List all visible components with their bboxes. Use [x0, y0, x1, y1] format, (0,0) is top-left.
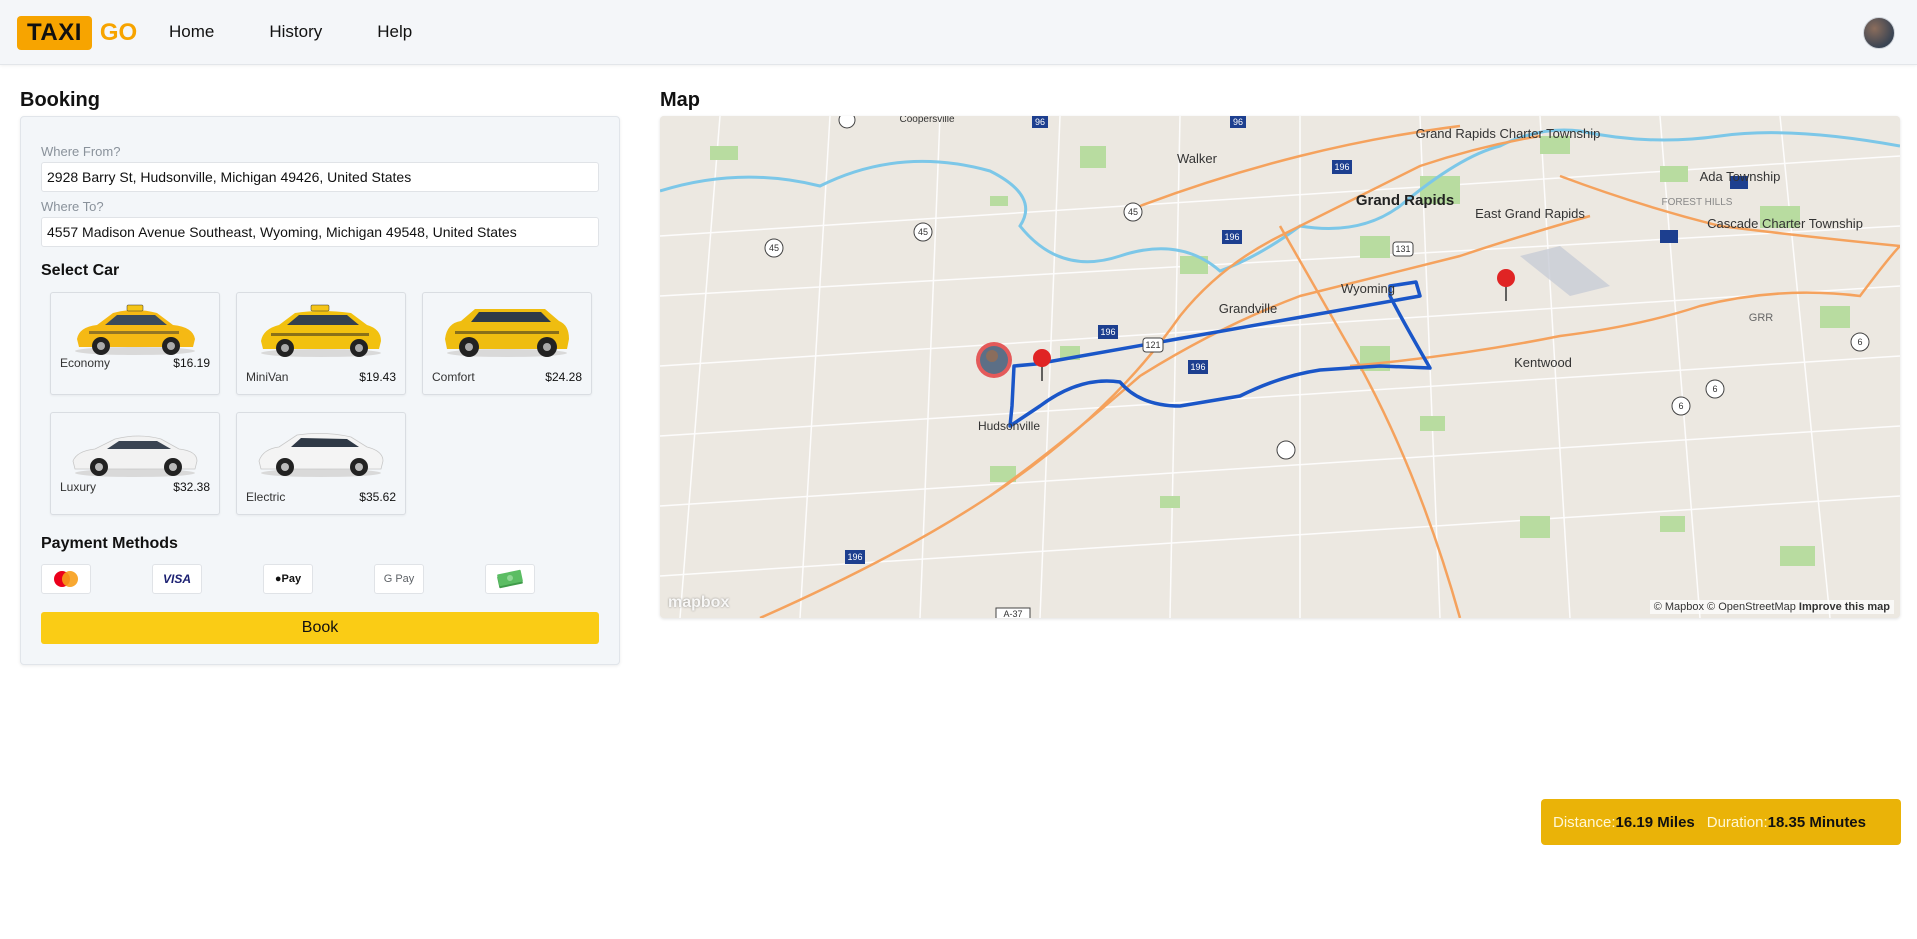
place-label: Wyoming [1341, 281, 1395, 296]
shield-label: 196 [1224, 232, 1239, 242]
luxury-car-icon [72, 435, 198, 477]
duration-value: 18.35 Minutes [1767, 813, 1866, 831]
shield-label: 196 [1190, 362, 1205, 372]
map-heading: Map [660, 89, 700, 111]
place-label: Ada Township [1700, 169, 1781, 184]
place-label: Coopersville [899, 116, 954, 125]
shield-label: 6 [1712, 384, 1717, 394]
payment-methods-heading: Payment Methods [41, 535, 178, 552]
car-name: Electric [246, 490, 286, 504]
from-label: Where From? [41, 144, 121, 159]
shield-label: 45 [918, 227, 928, 237]
distance-value: 16.19 Miles [1615, 813, 1695, 831]
google-pay-label: G Pay [383, 573, 415, 585]
electric-car-icon [258, 433, 384, 477]
booking-panel: Where From? 2928 Barry St, Hudsonville, … [20, 116, 620, 665]
mapbox-logo[interactable]: mapbox [668, 594, 729, 612]
place-label: Grand Rapids Charter Township [1416, 126, 1601, 141]
car-option-electric[interactable]: Electric $35.62 [236, 412, 406, 515]
car-price: $35.62 [359, 490, 396, 504]
booking-heading: Booking [20, 89, 100, 111]
car-price: $16.19 [173, 356, 210, 370]
from-input[interactable]: 2928 Barry St, Hudsonville, Michigan 494… [41, 162, 599, 192]
taxi-car-icon [75, 304, 195, 355]
car-price: $32.38 [173, 480, 210, 494]
car-name: MiniVan [246, 370, 289, 384]
place-label: Cascade Charter Township [1707, 216, 1863, 231]
visa-option[interactable]: VISA [152, 564, 202, 594]
shield-label: 131 [1395, 244, 1410, 254]
place-label: Grand Rapids [1356, 192, 1454, 209]
car-name: Economy [60, 356, 111, 370]
place-label: GRR [1749, 312, 1774, 324]
nav-home-link[interactable]: Home [169, 22, 214, 42]
user-avatar-icon[interactable] [1863, 17, 1895, 49]
car-price: $24.28 [545, 370, 582, 384]
place-label: Hudsonville [978, 419, 1040, 433]
shield-label: 6 [1857, 337, 1862, 347]
shield-label: 196 [847, 552, 862, 562]
apple-pay-label: Pay [281, 573, 302, 585]
apple-icon: ● [274, 573, 282, 585]
to-label: Where To? [41, 199, 104, 214]
car-name: Luxury [60, 480, 97, 494]
minivan-car-icon [261, 304, 381, 357]
place-label: Grandville [1219, 301, 1278, 316]
duration-label: Duration: [1706, 813, 1768, 831]
car-name: Comfort [432, 370, 475, 384]
google-pay-option[interactable]: G Pay [374, 564, 424, 594]
mastercard-icon[interactable] [41, 564, 91, 594]
shield-label: 45 [769, 243, 779, 253]
shield-label: 121 [1145, 340, 1160, 350]
shield-label: 6 [1678, 401, 1683, 411]
top-navbar: TAXI GO Home History Help [0, 0, 1917, 65]
place-label: Walker [1177, 151, 1218, 166]
to-input[interactable]: 4557 Madison Avenue Southeast, Wyoming, … [41, 217, 599, 247]
place-label: FOREST HILLS [1662, 197, 1733, 208]
book-button[interactable]: Book [41, 612, 599, 644]
nav-history-link[interactable]: History [269, 22, 322, 42]
shield-label: 196 [1334, 162, 1349, 172]
attribution-text[interactable]: © Mapbox © OpenStreetMap [1654, 601, 1796, 613]
nav-help-link[interactable]: Help [377, 22, 412, 42]
shield-label: 45 [1128, 207, 1138, 217]
apple-pay-option[interactable]: ● Pay [263, 564, 313, 594]
car-option-minivan[interactable]: MiniVan $19.43 [236, 292, 406, 395]
car-option-luxury[interactable]: Luxury $32.38 [50, 412, 220, 515]
car-price: $19.43 [359, 370, 396, 384]
main-nav: Home History Help [169, 22, 412, 42]
improve-map-link[interactable]: Improve this map [1799, 601, 1890, 613]
select-car-heading: Select Car [41, 262, 120, 279]
logo-taxi-text: TAXI [17, 16, 92, 50]
app-logo[interactable]: TAXI GO [17, 16, 137, 50]
shield-label: A-37 [1003, 609, 1022, 618]
distance-label: Distance: [1553, 813, 1616, 831]
shield-label: 196 [1100, 327, 1115, 337]
cash-icon[interactable] [485, 564, 535, 594]
shield-label: 96 [1035, 117, 1045, 127]
car-option-comfort[interactable]: Comfort $24.28 [422, 292, 592, 395]
map-attribution: © Mapbox © OpenStreetMap Improve this ma… [1649, 600, 1894, 614]
car-option-economy[interactable]: Economy $16.19 [50, 292, 220, 395]
place-label: East Grand Rapids [1475, 206, 1585, 221]
shield-label: 96 [1233, 117, 1243, 127]
map-view[interactable]: 45 45 45 96 96 196 196 196 196 131 121 6… [660, 116, 1900, 618]
logo-go-text: GO [99, 19, 138, 46]
place-label: Kentwood [1514, 355, 1572, 370]
visa-label: VISA [162, 572, 191, 586]
driver-avatar-marker-icon[interactable] [976, 342, 1012, 378]
suv-car-icon [445, 309, 569, 357]
map-canvas: 45 45 45 96 96 196 196 196 196 131 121 6… [660, 116, 1900, 618]
trip-info-badge: Distance: 16.19 Miles Duration: 18.35 Mi… [1541, 799, 1901, 845]
